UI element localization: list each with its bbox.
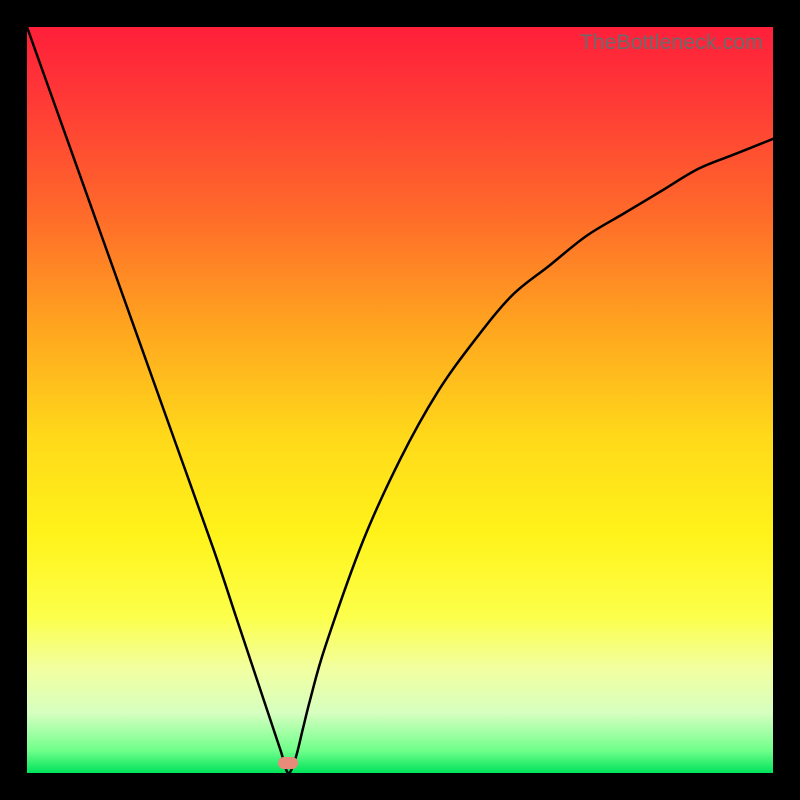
minimum-marker	[278, 757, 298, 769]
chart-frame: TheBottleneck.com	[0, 0, 800, 800]
bottleneck-curve	[27, 27, 773, 773]
plot-area: TheBottleneck.com	[27, 27, 773, 773]
